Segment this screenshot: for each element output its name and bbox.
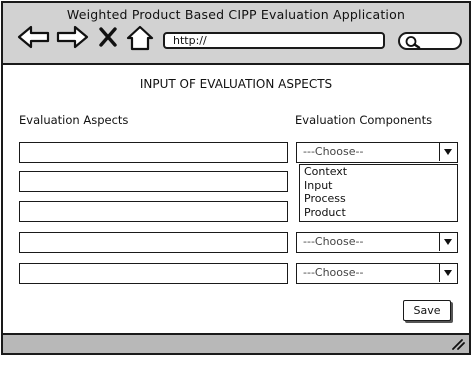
- components-column-header: Evaluation Components: [295, 113, 433, 127]
- close-x-icon[interactable]: [97, 25, 119, 49]
- chevron-down-icon[interactable]: [439, 233, 457, 251]
- component-select-1[interactable]: ---Choose--: [296, 142, 458, 163]
- chevron-down-icon[interactable]: [439, 264, 457, 282]
- url-field[interactable]: http://: [163, 32, 385, 49]
- home-icon[interactable]: [126, 25, 154, 51]
- aspect-input-4[interactable]: [19, 232, 288, 253]
- component-select-4[interactable]: ---Choose--: [296, 232, 458, 253]
- aspects-column-header: Evaluation Aspects: [19, 113, 129, 127]
- back-arrow-icon[interactable]: [17, 25, 51, 49]
- component-select-value: ---Choose--: [303, 145, 364, 158]
- aspect-input-3[interactable]: [19, 201, 288, 222]
- dropdown-option-product[interactable]: Product: [300, 206, 457, 220]
- page-title: INPUT OF EVALUATION ASPECTS: [139, 77, 333, 91]
- chevron-down-icon[interactable]: [439, 143, 457, 161]
- forward-arrow-icon[interactable]: [55, 25, 89, 49]
- browser-window: Weighted Product Based CIPP Evaluation A…: [1, 1, 471, 355]
- window-title: Weighted Product Based CIPP Evaluation A…: [66, 7, 406, 22]
- component-select-value: ---Choose--: [303, 235, 364, 248]
- browser-search-box[interactable]: [398, 32, 462, 50]
- search-icon: [405, 36, 421, 49]
- dropdown-option-context[interactable]: Context: [300, 165, 457, 179]
- save-button[interactable]: Save: [403, 300, 451, 321]
- dropdown-option-input[interactable]: Input: [300, 179, 457, 193]
- status-bar: [3, 333, 469, 353]
- browser-titlebar: Weighted Product Based CIPP Evaluation A…: [3, 3, 469, 65]
- aspect-input-1[interactable]: [19, 142, 288, 163]
- component-dropdown-list: Context Input Process Product: [299, 164, 458, 222]
- aspect-input-2[interactable]: [19, 171, 288, 192]
- resize-grip-icon[interactable]: [449, 338, 465, 350]
- form-area: INPUT OF EVALUATION ASPECTS Evaluation A…: [3, 65, 469, 337]
- aspect-input-5[interactable]: [19, 263, 288, 284]
- dropdown-option-process[interactable]: Process: [300, 192, 457, 206]
- component-select-5[interactable]: ---Choose--: [296, 263, 458, 284]
- component-select-value: ---Choose--: [303, 266, 364, 279]
